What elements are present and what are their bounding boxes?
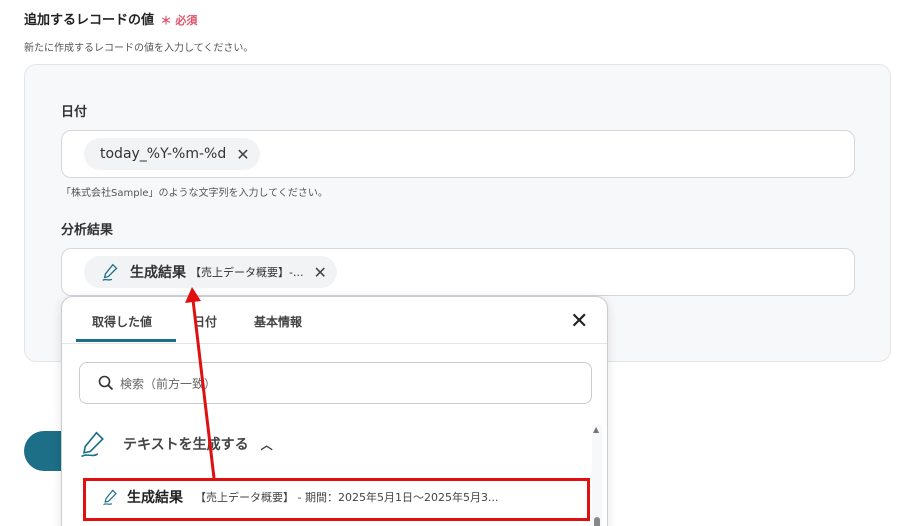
date-field[interactable]: today_%Y-%m-%d ✕ [61, 130, 855, 178]
date-field-label: 日付 [61, 105, 88, 120]
section-title: 追加するレコードの値 ＊ 必須 [24, 9, 197, 28]
search-placeholder: 検索（前方一致） [120, 376, 217, 391]
group-label: テキストを生成する [123, 437, 249, 453]
section-title-text: 追加するレコードの値 [24, 13, 155, 28]
analysis-value-chip[interactable]: 生成結果 【売上データ概要】-... ✕ [84, 256, 337, 288]
search-icon [98, 375, 114, 391]
analysis-field-label: 分析結果 [61, 223, 114, 238]
close-icon[interactable]: ✕ [313, 263, 326, 282]
date-field-hint: 「株式会社Sample」のような文字列を入力してください。 [61, 188, 328, 199]
pen-icon [102, 263, 118, 281]
pen-icon [81, 431, 104, 458]
tab-divider [62, 343, 607, 344]
chevron-up-icon[interactable]: ︿ [261, 436, 273, 453]
date-value-chip[interactable]: today_%Y-%m-%d ✕ [84, 138, 260, 170]
active-tab-indicator [76, 339, 176, 342]
tab-fetched-values[interactable]: 取得した値 [92, 313, 152, 330]
required-badge: ＊ 必須 [160, 14, 198, 27]
scroll-up-icon[interactable]: ▲ [593, 425, 599, 434]
scrollbar[interactable] [592, 425, 602, 526]
close-icon[interactable]: ✕ [236, 145, 249, 164]
analysis-chip-title: 生成結果 [130, 265, 186, 281]
highlight-box [83, 478, 590, 521]
search-input[interactable]: 検索（前方一致） [79, 362, 592, 404]
scrollbar-thumb[interactable] [594, 517, 600, 526]
tab-basic-info[interactable]: 基本情報 [254, 313, 302, 330]
analysis-chip-detail: 【売上データ概要】-... [190, 266, 304, 279]
analysis-field[interactable]: 生成結果 【売上データ概要】-... ✕ [61, 248, 855, 296]
section-description: 新たに作成するレコードの値を入力してください。 [24, 43, 254, 54]
close-icon[interactable]: ✕ [570, 309, 588, 334]
date-chip-text: today_%Y-%m-%d [100, 146, 227, 162]
group-generate-text[interactable]: テキストを生成する ︿ [79, 429, 273, 459]
tab-date[interactable]: 日付 [193, 313, 217, 330]
